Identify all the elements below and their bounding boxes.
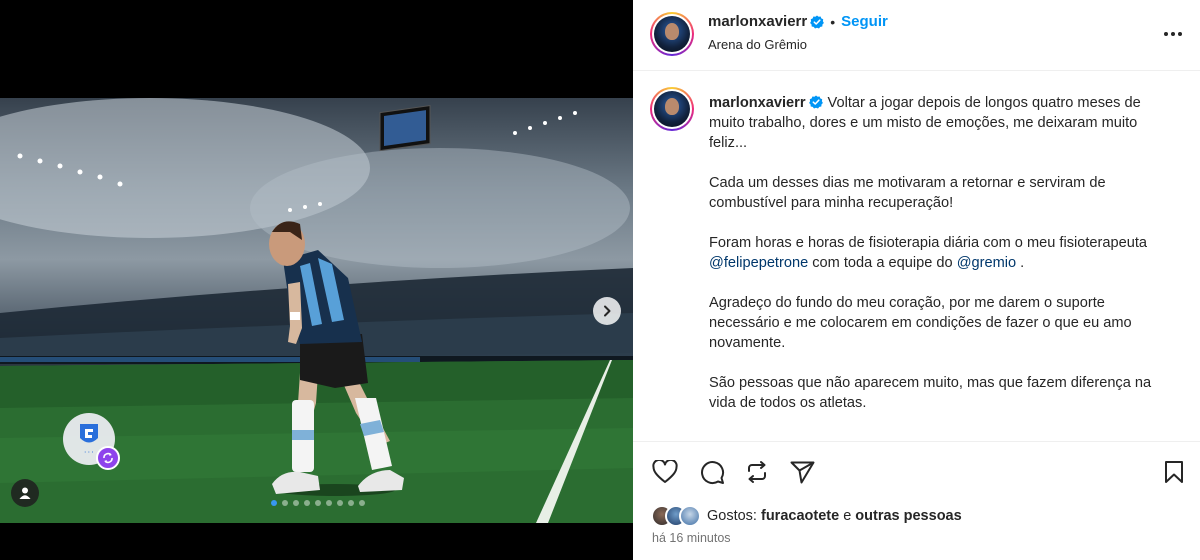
post-location[interactable]: Arena do Grêmio xyxy=(708,37,807,52)
liker-username[interactable]: furacaotete xyxy=(761,508,839,524)
bookmark-icon xyxy=(1165,461,1183,483)
verified-badge-icon xyxy=(810,15,825,28)
other-likers-link[interactable]: outras pessoas xyxy=(855,508,961,524)
carousel-dot xyxy=(359,500,365,506)
more-options-button[interactable] xyxy=(1161,22,1185,46)
likes-prefix: Gostos: xyxy=(707,508,761,524)
carousel-dot xyxy=(271,500,277,506)
carousel-dot xyxy=(293,500,299,506)
save-button[interactable] xyxy=(1160,458,1188,486)
carousel-next-button[interactable] xyxy=(593,297,621,325)
post-actions-bar xyxy=(633,455,1200,489)
post-header: marlonxavierr • Seguir Arena do Grêmio xyxy=(633,0,1200,71)
mention-link[interactable]: @felipepetrone xyxy=(709,255,808,271)
likes-text: Gostos: furacaotete e outras pessoas xyxy=(707,508,962,524)
caption-paragraph-5: São pessoas que não aparecem muito, mas … xyxy=(709,375,1152,411)
caption-paragraph-3: Foram horas e horas de fisioterapia diár… xyxy=(709,233,1177,273)
post-media: · · · xyxy=(0,0,633,560)
share-button[interactable] xyxy=(788,458,816,486)
likes-summary[interactable]: Gostos: furacaotete e outras pessoas xyxy=(651,505,962,527)
carousel-dot xyxy=(348,500,354,506)
user-icon xyxy=(19,487,31,499)
caption-text: marlonxavierr Voltar a jogar depois de l… xyxy=(709,93,1177,433)
tagged-users-button[interactable] xyxy=(11,479,39,507)
remix-icon[interactable] xyxy=(96,446,120,470)
carousel-dot xyxy=(282,500,288,506)
repost-icon xyxy=(748,461,766,483)
caption-paragraph-2: Cada um desses dias me motivaram a retor… xyxy=(709,175,1106,211)
caption-p3-part-b: com toda a equipe do xyxy=(808,255,957,271)
carousel-dot xyxy=(304,500,310,506)
author-avatar[interactable] xyxy=(650,12,694,56)
caption-author-avatar[interactable] xyxy=(650,87,694,131)
send-icon xyxy=(790,461,814,483)
heart-icon xyxy=(652,460,678,483)
likes-middle: e xyxy=(839,508,856,524)
verified-badge-icon xyxy=(808,95,823,109)
separator-dot: • xyxy=(830,13,836,30)
caption-username[interactable]: marlonxavierr xyxy=(709,95,806,111)
post-details-panel: marlonxavierr • Seguir Arena do Grêmio m… xyxy=(633,0,1200,560)
caption-p3-part-c: . xyxy=(1016,255,1025,271)
comment-button[interactable] xyxy=(698,458,726,486)
author-username[interactable]: marlonxavierr xyxy=(708,13,807,30)
club-logo-icon xyxy=(80,424,98,443)
post-caption: marlonxavierr Voltar a jogar depois de l… xyxy=(633,72,1200,442)
repost-button[interactable] xyxy=(743,458,771,486)
comment-icon xyxy=(700,460,724,484)
badge-label: · · · xyxy=(84,450,94,456)
follow-button[interactable]: Seguir xyxy=(841,13,888,30)
chevron-right-icon xyxy=(604,305,611,317)
liker-avatar xyxy=(679,505,701,527)
carousel-dot xyxy=(326,500,332,506)
mention-link[interactable]: @gremio xyxy=(957,255,1016,271)
more-icon xyxy=(1164,32,1182,36)
carousel-dot xyxy=(337,500,343,506)
caption-p3-part-a: Foram horas e horas de fisioterapia diár… xyxy=(709,235,1148,251)
post-timestamp[interactable]: há 16 minutos xyxy=(652,531,731,545)
caption-paragraph-4: Agradeço do fundo do meu coração, por me… xyxy=(709,295,1132,351)
carousel-dot xyxy=(315,500,321,506)
carousel-dots xyxy=(271,500,365,506)
like-button[interactable] xyxy=(651,458,679,486)
